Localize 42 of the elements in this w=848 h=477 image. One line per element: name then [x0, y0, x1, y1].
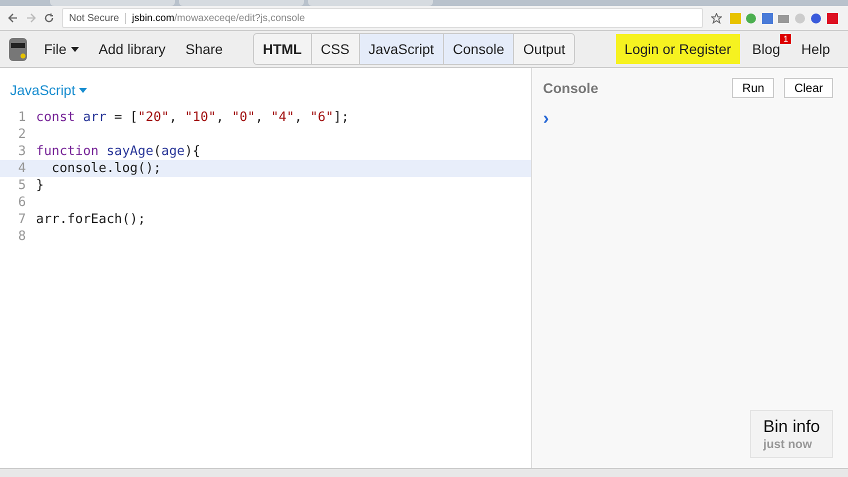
- login-button[interactable]: Login or Register: [616, 34, 740, 64]
- star-icon[interactable]: [711, 12, 722, 24]
- security-label: Not Secure: [69, 12, 126, 24]
- panel-tab[interactable]: JavaScript: [360, 34, 444, 64]
- menu-item[interactable]: Add library: [88, 41, 176, 57]
- bin-info-title: Bin info: [763, 417, 820, 437]
- console-button[interactable]: Clear: [784, 78, 833, 98]
- line-number: 1: [17, 110, 27, 125]
- address-bar[interactable]: Not Secure jsbin.com/mowaxeceqe/edit?js,console: [62, 8, 703, 28]
- back-icon[interactable]: [8, 13, 18, 23]
- line-number: 3: [17, 144, 27, 159]
- notification-badge: 1: [780, 34, 792, 44]
- panel-tab[interactable]: CSS: [312, 34, 360, 64]
- code-line: arr.forEach();: [36, 212, 146, 227]
- console-button[interactable]: Run: [732, 78, 774, 98]
- blog-link[interactable]: Blog: [740, 41, 780, 57]
- line-number: 2: [17, 127, 27, 142]
- extension-icons[interactable]: [730, 12, 840, 24]
- reload-icon[interactable]: [44, 13, 54, 23]
- caret-icon: [79, 88, 88, 92]
- menu-item[interactable]: Share: [175, 41, 233, 57]
- url-text: jsbin.com/mowaxeceqe/edit?js,console: [132, 12, 305, 24]
- menu-item[interactable]: File: [34, 41, 89, 57]
- bin-info-panel[interactable]: Bin info just now: [750, 410, 833, 458]
- console-title: Console: [543, 80, 598, 96]
- logo-icon[interactable]: [8, 36, 28, 62]
- line-number: 6: [17, 195, 27, 210]
- language-dropdown[interactable]: JavaScript: [4, 81, 94, 99]
- help-link[interactable]: Help: [791, 41, 840, 57]
- code-line: console.log();: [50, 161, 162, 176]
- panel-tab[interactable]: Console: [444, 34, 514, 64]
- panel-tab[interactable]: HTML: [254, 34, 312, 64]
- line-number: 7: [17, 212, 27, 227]
- console-prompt: ›: [543, 108, 550, 129]
- line-number: 4: [17, 161, 27, 176]
- line-number: 5: [17, 178, 27, 193]
- code-line: const arr = ["20", "10", "0", "4", "6"];: [36, 110, 350, 125]
- panel-tab[interactable]: Output: [514, 34, 574, 64]
- code-line: }: [36, 178, 44, 193]
- code-line: function sayAge(age){: [36, 144, 200, 159]
- bin-info-time: just now: [763, 437, 813, 451]
- line-number: 8: [17, 229, 27, 244]
